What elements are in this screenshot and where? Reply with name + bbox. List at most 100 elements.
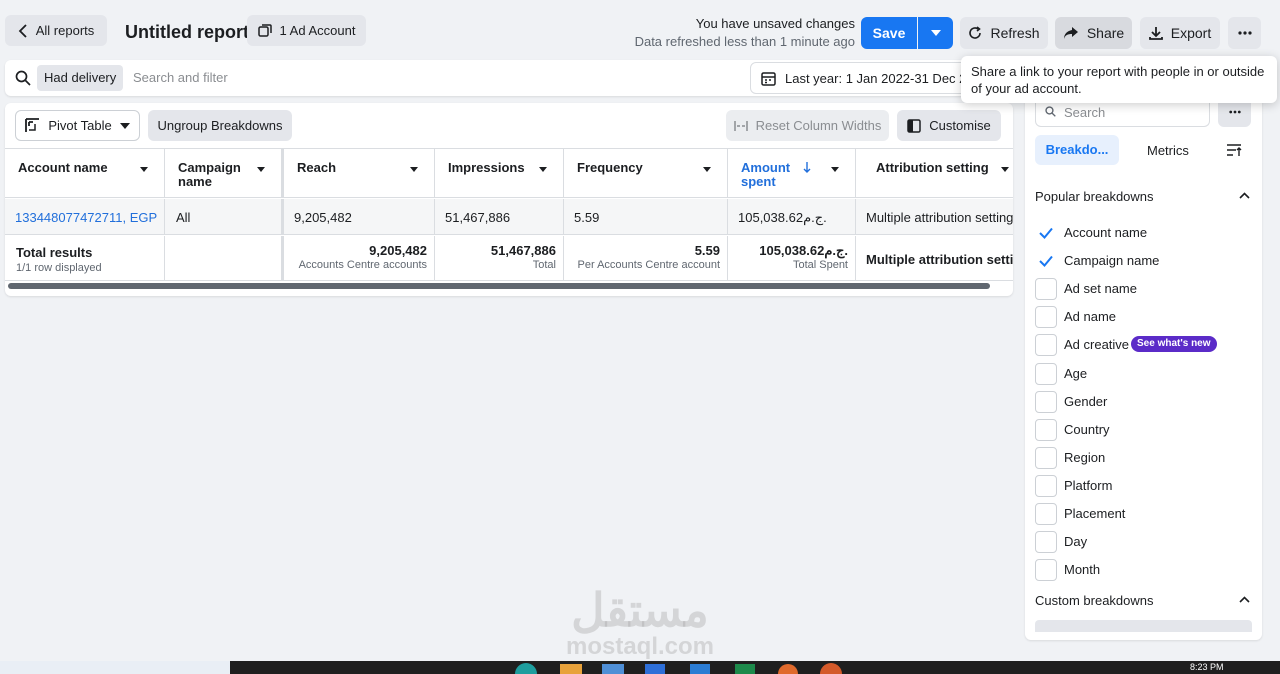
taskbar-app-icon[interactable]	[778, 664, 798, 674]
caret-down-icon	[119, 122, 130, 129]
breakdown-item[interactable]: Month	[1025, 556, 1262, 584]
checkbox-checked-icon[interactable]	[1035, 250, 1057, 272]
taskbar-app-icon[interactable]	[735, 664, 755, 674]
breakdown-item[interactable]: Gender	[1025, 388, 1262, 416]
accounts-icon	[257, 23, 272, 37]
cell-reach: 9,205,482	[284, 199, 435, 234]
cell-account[interactable]: 133448077472711, EGP	[5, 199, 165, 234]
checkbox-icon[interactable]	[1035, 531, 1057, 554]
breakdown-item[interactable]: Ad name	[1025, 303, 1262, 331]
col-attribution-setting[interactable]: Attribution setting	[856, 149, 1013, 197]
checkbox-icon[interactable]	[1035, 390, 1057, 413]
columns-icon	[907, 118, 922, 133]
tab-metrics[interactable]: Metrics	[1147, 143, 1189, 158]
chevron-up-icon[interactable]	[1239, 192, 1250, 199]
col-impressions[interactable]: Impressions	[435, 149, 564, 197]
col-account-name-label: Account name	[18, 160, 108, 175]
breakdown-item[interactable]: Country	[1025, 416, 1262, 444]
report-table-card: Pivot Table Ungroup Breakdowns Reset Col…	[5, 103, 1013, 296]
col-amount-spent-label: Amount spent	[741, 160, 791, 189]
breakdown-item[interactable]: Ad creative See what's new	[1025, 331, 1262, 359]
breakdown-item[interactable]: Account name	[1025, 219, 1262, 247]
filter-bar: Had delivery Search and filter Last year…	[5, 60, 1015, 96]
ungroup-breakdowns-button[interactable]: Ungroup Breakdowns	[148, 110, 292, 141]
col-account-name[interactable]: Account name	[5, 149, 165, 197]
cell-impressions: 51,467,886	[435, 199, 564, 234]
sort-descending-icon[interactable]	[803, 162, 811, 173]
checkbox-icon[interactable]	[1035, 306, 1057, 329]
breakdown-label: Region	[1064, 449, 1106, 465]
total-attribution-value: Multiple attribution settings	[866, 252, 1013, 267]
checkbox-icon[interactable]	[1035, 334, 1057, 357]
table-row[interactable]: 133448077472711, EGP All 9,205,482 51,46…	[5, 199, 1013, 235]
col-reach[interactable]: Reach	[284, 149, 435, 197]
checkbox-icon[interactable]	[1035, 362, 1057, 385]
export-button[interactable]: Export	[1140, 17, 1220, 49]
see-whats-new-badge[interactable]: See what's new	[1131, 336, 1217, 353]
cell-campaign: All	[165, 199, 284, 234]
column-resize-icon	[733, 120, 748, 131]
more-options-button[interactable]	[1228, 17, 1261, 49]
table-header: Account name Campaign name Reach Impress…	[5, 148, 1013, 198]
report-title[interactable]: Untitled report	[125, 22, 249, 43]
refresh-button[interactable]: Refresh	[960, 17, 1048, 49]
col-campaign-name[interactable]: Campaign name	[165, 149, 284, 197]
col-dropdown-icon[interactable]	[995, 161, 1013, 177]
breakdown-item[interactable]: Region	[1025, 444, 1262, 472]
total-impressions-value: 51,467,886	[490, 243, 556, 258]
save-button[interactable]: Save	[861, 17, 917, 49]
reset-column-widths-button[interactable]: Reset Column Widths	[726, 110, 889, 141]
breakdown-item[interactable]: Day	[1025, 528, 1262, 556]
col-amount-spent[interactable]: Amount spent	[728, 149, 856, 197]
breakdown-item[interactable]: Campaign name	[1025, 247, 1262, 275]
customise-button[interactable]: Customise	[897, 110, 1001, 141]
checkbox-icon[interactable]	[1035, 559, 1057, 582]
had-delivery-chip[interactable]: Had delivery	[37, 65, 124, 91]
all-reports-button[interactable]: All reports	[5, 15, 107, 46]
taskbar-app-icon[interactable]	[690, 664, 710, 674]
checkbox-icon[interactable]	[1035, 446, 1057, 469]
col-dropdown-icon[interactable]	[697, 161, 717, 177]
col-dropdown-icon[interactable]	[825, 161, 845, 177]
refreshed-text: Data refreshed less than 1 minute ago	[634, 34, 855, 49]
taskbar-app-icon[interactable]	[602, 664, 624, 674]
checkbox-icon[interactable]	[1035, 474, 1057, 497]
col-dropdown-icon[interactable]	[251, 161, 271, 177]
breakdown-item[interactable]: Platform	[1025, 472, 1262, 500]
account-link[interactable]: 133448077472711, EGP	[15, 210, 157, 225]
checkbox-checked-icon[interactable]	[1035, 222, 1057, 244]
breakdown-item[interactable]: Age	[1025, 360, 1262, 388]
taskbar-left	[0, 661, 230, 674]
popular-breakdowns-title: Popular breakdowns	[1035, 189, 1154, 204]
col-dropdown-icon[interactable]	[134, 161, 154, 177]
taskbar-app-icon[interactable]	[515, 663, 537, 674]
taskbar-folder-icon[interactable]	[560, 664, 582, 674]
ad-account-button[interactable]: 1 Ad Account	[247, 15, 366, 46]
share-button[interactable]: Share	[1055, 17, 1132, 49]
breakdown-item[interactable]: Placement	[1025, 500, 1262, 528]
col-dropdown-icon[interactable]	[533, 161, 553, 177]
save-options-button[interactable]	[918, 17, 953, 49]
search-filter-input[interactable]: Search and filter	[133, 70, 228, 85]
col-frequency[interactable]: Frequency	[564, 149, 728, 197]
horizontal-scrollbar[interactable]	[8, 283, 990, 289]
campaign-value: All	[176, 210, 191, 225]
taskbar-app-icon[interactable]	[645, 664, 665, 674]
pivot-table-dropdown[interactable]: Pivot Table	[15, 110, 140, 141]
tab-breakdowns[interactable]: Breakdo...	[1035, 135, 1119, 165]
breakdown-item[interactable]: Ad set name	[1025, 275, 1262, 303]
chevron-up-icon[interactable]	[1239, 596, 1250, 603]
checkbox-icon[interactable]	[1035, 503, 1057, 525]
col-attribution-setting-label: Attribution setting	[876, 160, 989, 175]
total-frequency-value: 5.59	[694, 243, 720, 258]
col-reach-label: Reach	[297, 160, 337, 175]
checkbox-icon[interactable]	[1035, 418, 1057, 441]
refresh-icon	[969, 26, 982, 39]
checkbox-icon[interactable]	[1035, 278, 1057, 301]
sort-icon[interactable]	[1226, 143, 1242, 157]
taskbar-app-icon[interactable]	[820, 663, 842, 674]
cell-total-amount: 105,038.62ج.م. Total Spent	[728, 236, 856, 280]
pivot-icon	[25, 118, 40, 132]
breakdown-label: Placement	[1064, 506, 1126, 521]
col-dropdown-icon[interactable]	[404, 161, 424, 177]
